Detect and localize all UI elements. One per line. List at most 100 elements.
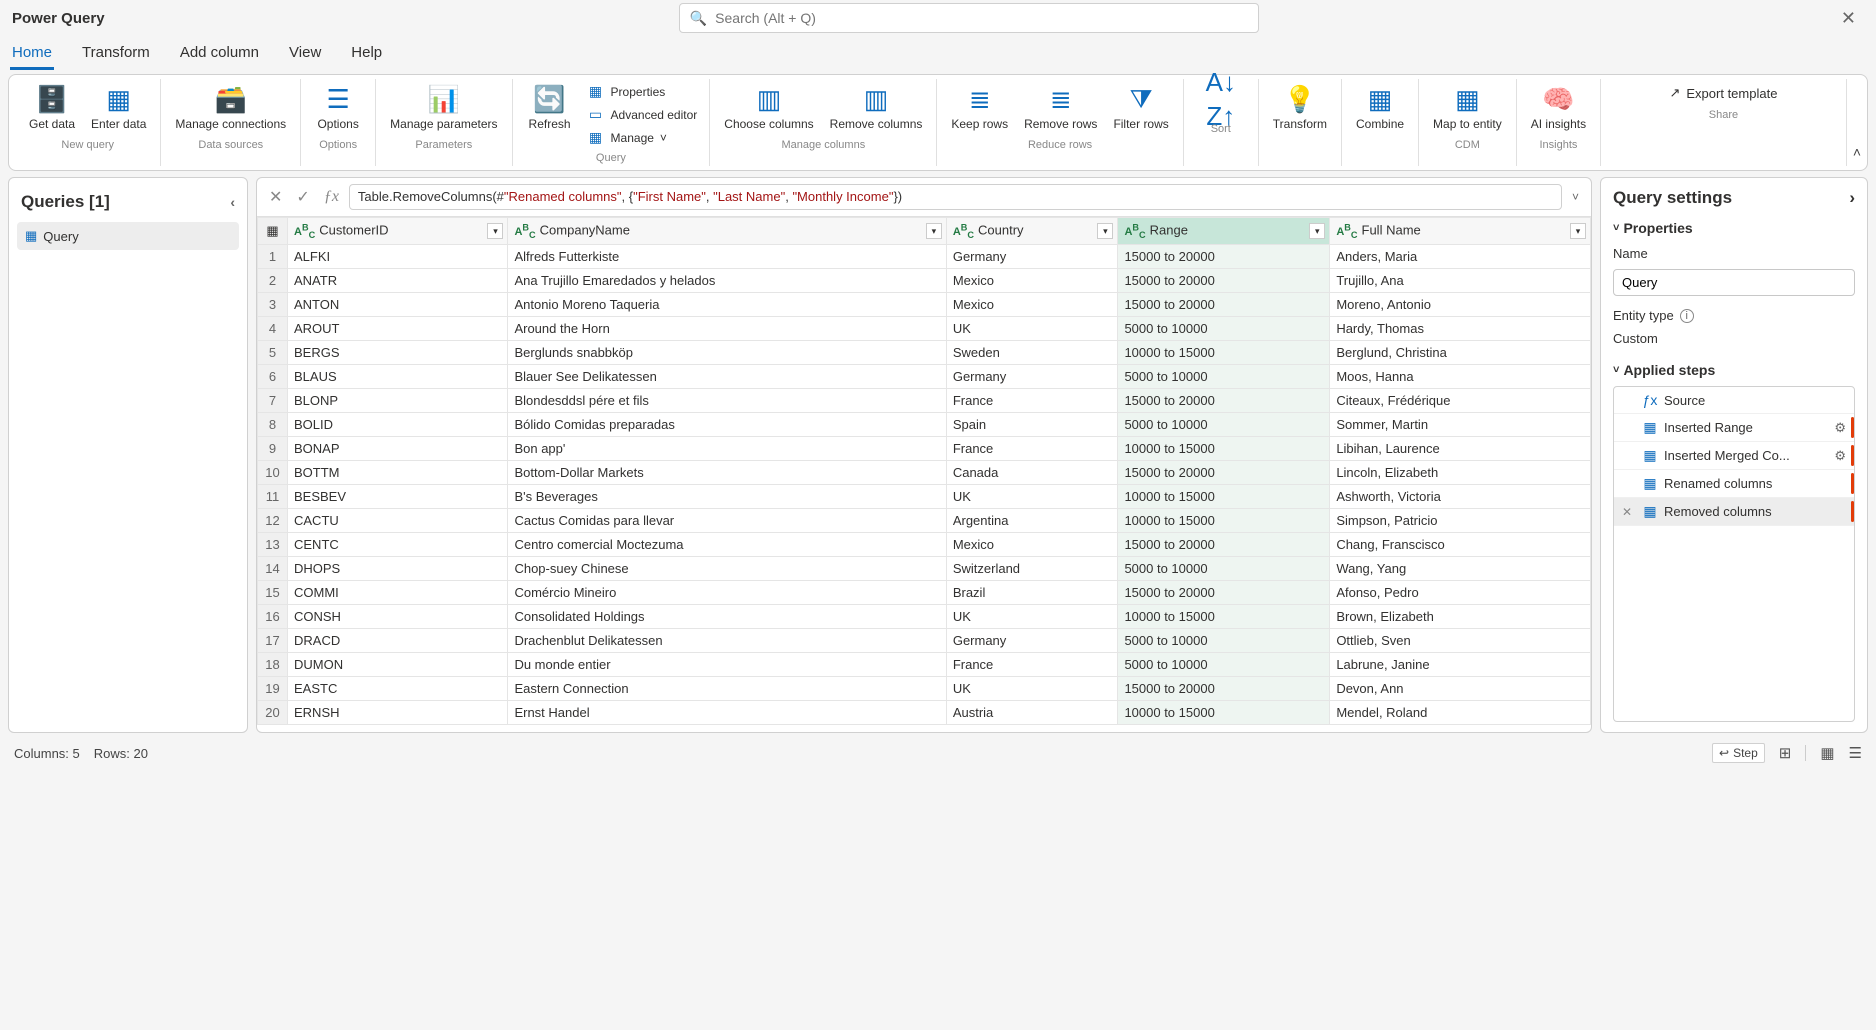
cell[interactable]: 15000 to 20000 [1118,388,1330,412]
cell[interactable]: ERNSH [288,700,508,724]
table-row[interactable]: 14DHOPSChop-suey ChineseSwitzerland5000 … [258,556,1591,580]
cell[interactable]: 10000 to 15000 [1118,484,1330,508]
cell[interactable]: Antonio Moreno Taqueria [508,292,946,316]
table-row[interactable]: 2ANATRAna Trujillo Emaredados y heladosM… [258,268,1591,292]
map-entity-button[interactable]: ▦Map to entity [1427,81,1508,135]
advanced-editor-button[interactable]: ▭Advanced editor [583,104,702,125]
get-data-button[interactable]: 🗄️Get data [23,81,81,135]
cell[interactable]: 15000 to 20000 [1118,532,1330,556]
row-number[interactable]: 17 [258,628,288,652]
cell[interactable]: Wang, Yang [1330,556,1591,580]
table-row[interactable]: 12CACTUCactus Comidas para llevarArgenti… [258,508,1591,532]
export-template-button[interactable]: ↗Export template [1665,81,1781,105]
cell[interactable]: BERGS [288,340,508,364]
cell[interactable]: 5000 to 10000 [1118,556,1330,580]
cell[interactable]: Mexico [946,292,1118,316]
table-row[interactable]: 20ERNSHErnst HandelAustria10000 to 15000… [258,700,1591,724]
cell[interactable]: BOLID [288,412,508,436]
filter-button[interactable]: ▾ [487,223,503,239]
remove-columns-button[interactable]: ▥Remove columns [824,81,929,135]
fx-icon[interactable]: ƒx [320,186,343,208]
row-number[interactable]: 13 [258,532,288,556]
row-number[interactable]: 4 [258,316,288,340]
ribbon-collapse-button[interactable]: ˄ [1847,79,1861,166]
table-row[interactable]: 16CONSHConsolidated HoldingsUK10000 to 1… [258,604,1591,628]
table-row[interactable]: 5BERGSBerglunds snabbköpSweden10000 to 1… [258,340,1591,364]
cell[interactable]: DRACD [288,628,508,652]
cell[interactable]: Brown, Elizabeth [1330,604,1591,628]
cell[interactable]: Spain [946,412,1118,436]
cell[interactable]: B's Beverages [508,484,946,508]
cell[interactable]: Sommer, Martin [1330,412,1591,436]
cell[interactable]: Anders, Maria [1330,244,1591,268]
corner-cell[interactable]: ▦ [258,218,288,245]
cell[interactable]: 5000 to 10000 [1118,316,1330,340]
cell[interactable]: DHOPS [288,556,508,580]
list-view-button[interactable]: ☰ [1849,744,1862,762]
filter-button[interactable]: ▾ [926,223,942,239]
info-icon[interactable]: i [1680,309,1694,323]
cell[interactable]: Ashworth, Victoria [1330,484,1591,508]
row-number[interactable]: 12 [258,508,288,532]
settings-collapse-button[interactable]: › [1849,188,1855,208]
cell[interactable]: Centro comercial Moctezuma [508,532,946,556]
cell[interactable]: Bólido Comidas preparadas [508,412,946,436]
column-header[interactable]: ABCRange▾ [1118,218,1330,245]
filter-rows-button[interactable]: ⧩Filter rows [1107,81,1174,135]
table-row[interactable]: 1ALFKIAlfreds FutterkisteGermany15000 to… [258,244,1591,268]
cell[interactable]: France [946,652,1118,676]
row-number[interactable]: 16 [258,604,288,628]
cell[interactable]: Mexico [946,532,1118,556]
cell[interactable]: EASTC [288,676,508,700]
row-number[interactable]: 8 [258,412,288,436]
cell[interactable]: BLONP [288,388,508,412]
cell[interactable]: Eastern Connection [508,676,946,700]
search-box[interactable]: 🔍 [679,3,1259,33]
row-number[interactable]: 19 [258,676,288,700]
cell[interactable]: Labrune, Janine [1330,652,1591,676]
filter-button[interactable]: ▾ [1570,223,1586,239]
row-number[interactable]: 1 [258,244,288,268]
cell[interactable]: Switzerland [946,556,1118,580]
table-row[interactable]: 18DUMONDu monde entierFrance5000 to 1000… [258,652,1591,676]
cell[interactable]: Germany [946,628,1118,652]
cell[interactable]: CONSH [288,604,508,628]
row-number[interactable]: 3 [258,292,288,316]
commit-formula-button[interactable]: ✓ [292,185,313,209]
table-row[interactable]: 17DRACDDrachenblut DelikatessenGermany50… [258,628,1591,652]
cell[interactable]: 10000 to 15000 [1118,340,1330,364]
cell[interactable]: ALFKI [288,244,508,268]
table-row[interactable]: 6BLAUSBlauer See DelikatessenGermany5000… [258,364,1591,388]
cell[interactable]: Cactus Comidas para llevar [508,508,946,532]
keep-rows-button[interactable]: ≣Keep rows [945,81,1014,135]
cell[interactable]: BESBEV [288,484,508,508]
row-number[interactable]: 15 [258,580,288,604]
cell[interactable]: Brazil [946,580,1118,604]
table-row[interactable]: 4AROUTAround the HornUK5000 to 10000Hard… [258,316,1591,340]
cell[interactable]: Berglund, Christina [1330,340,1591,364]
cell[interactable]: ANTON [288,292,508,316]
formula-expand-button[interactable]: ˅ [1568,190,1583,204]
table-row[interactable]: 3ANTONAntonio Moreno TaqueriaMexico15000… [258,292,1591,316]
column-header[interactable]: ABCCountry▾ [946,218,1118,245]
cell[interactable]: 10000 to 15000 [1118,700,1330,724]
filter-button[interactable]: ▾ [1309,223,1325,239]
row-number[interactable]: 9 [258,436,288,460]
cell[interactable]: CENTC [288,532,508,556]
cell[interactable]: Mexico [946,268,1118,292]
cell[interactable]: 5000 to 10000 [1118,364,1330,388]
cell[interactable]: Bon app' [508,436,946,460]
applied-step[interactable]: ƒxSource [1614,387,1854,414]
cell[interactable]: BLAUS [288,364,508,388]
cell[interactable]: UK [946,316,1118,340]
table-row[interactable]: 10BOTTMBottom-Dollar MarketsCanada15000 … [258,460,1591,484]
cell[interactable]: Afonso, Pedro [1330,580,1591,604]
table-row[interactable]: 11BESBEVB's BeveragesUK10000 to 15000Ash… [258,484,1591,508]
cell[interactable]: 10000 to 15000 [1118,604,1330,628]
cell[interactable]: BONAP [288,436,508,460]
cell[interactable]: 5000 to 10000 [1118,652,1330,676]
cell[interactable]: Argentina [946,508,1118,532]
cell[interactable]: Hardy, Thomas [1330,316,1591,340]
transform-button[interactable]: 💡Transform [1267,81,1333,135]
cell[interactable]: COMMI [288,580,508,604]
